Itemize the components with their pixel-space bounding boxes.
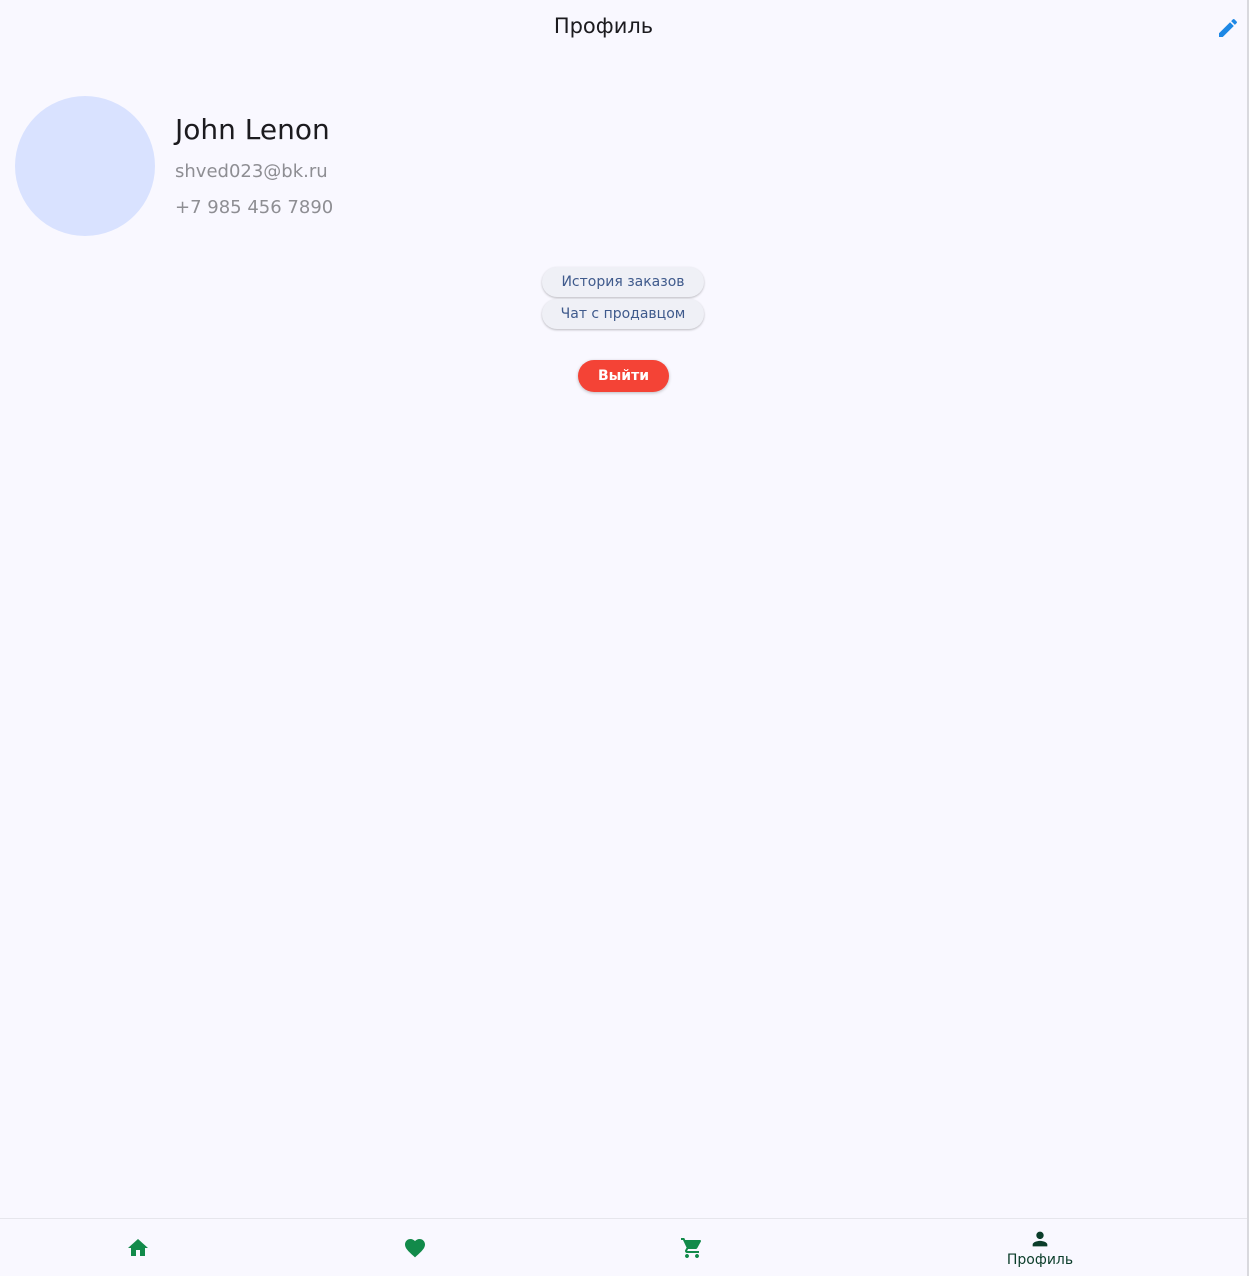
nav-item-favorites[interactable] bbox=[355, 1219, 475, 1276]
person-icon bbox=[1029, 1228, 1051, 1250]
user-phone: +7 985 456 7890 bbox=[175, 197, 334, 218]
user-name: John Lenon bbox=[175, 113, 330, 146]
bottom-navigation: Профиль bbox=[0, 1218, 1247, 1276]
avatar[interactable] bbox=[15, 96, 155, 236]
logout-button[interactable]: Выйти bbox=[578, 360, 669, 392]
page-title: Профиль bbox=[553, 14, 654, 38]
pencil-icon bbox=[1216, 16, 1240, 40]
cart-icon bbox=[680, 1236, 704, 1260]
nav-item-home[interactable] bbox=[78, 1219, 198, 1276]
home-icon bbox=[126, 1236, 150, 1260]
nav-item-profile-label: Профиль bbox=[1006, 1252, 1074, 1268]
nav-item-profile[interactable]: Профиль bbox=[980, 1219, 1100, 1276]
profile-screen: Профиль John Lenon shved023@bk.ru +7 985… bbox=[0, 0, 1249, 1276]
edit-profile-button[interactable] bbox=[1214, 14, 1242, 42]
chat-with-seller-button[interactable]: Чат с продавцом bbox=[542, 299, 704, 329]
nav-item-cart[interactable] bbox=[632, 1219, 752, 1276]
order-history-button[interactable]: История заказов bbox=[542, 267, 704, 297]
user-email: shved023@bk.ru bbox=[175, 161, 328, 182]
heart-icon bbox=[403, 1236, 427, 1260]
app-bar: Профиль bbox=[0, 0, 1249, 56]
